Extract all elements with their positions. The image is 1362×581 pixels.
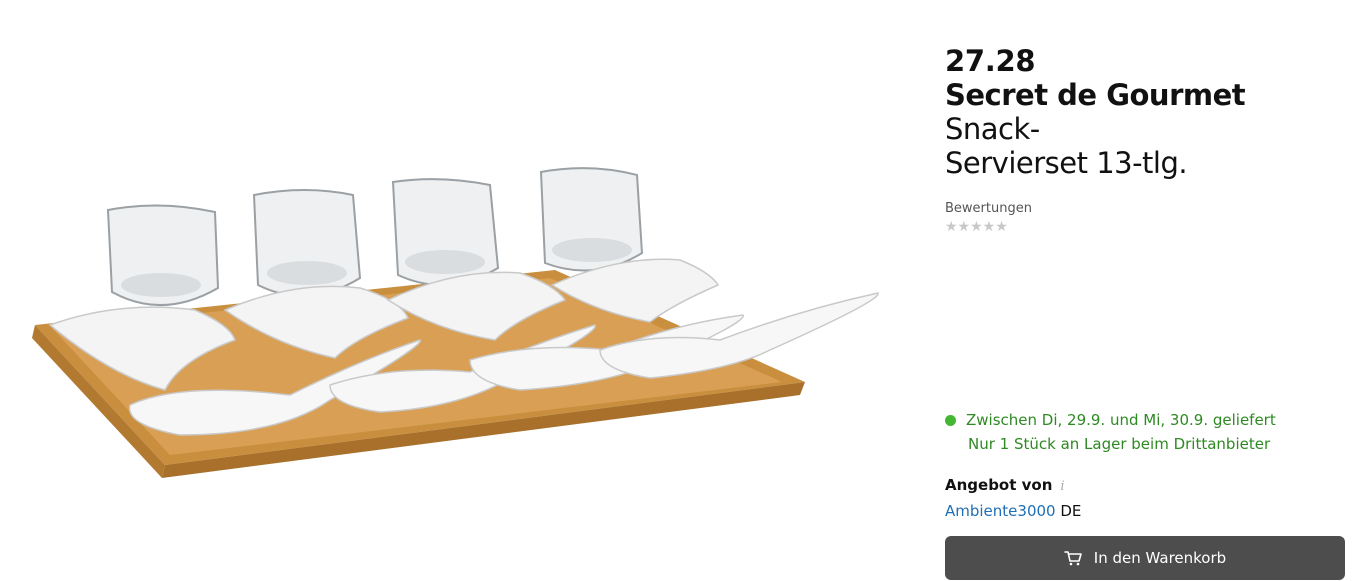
seller-link[interactable]: Ambiente3000 — [945, 502, 1056, 520]
ratings-label: Bewertungen — [945, 201, 1032, 216]
seller-country: DE — [1055, 502, 1082, 520]
delivery-info: Zwischen Di, 29.9. und Mi, 30.9. geliefe… — [945, 408, 1276, 456]
offer-label: Angebot von — [945, 476, 1053, 494]
delivery-line: Zwischen Di, 29.9. und Mi, 30.9. geliefe… — [945, 408, 1276, 432]
stock-info: Nur 1 Stück an Lager beim Drittanbieter — [968, 435, 1271, 453]
product-photo — [32, 167, 879, 478]
cart-icon — [1063, 550, 1082, 566]
product-name-line1: Snack- — [945, 112, 1040, 146]
add-to-cart-button[interactable]: In den Warenkorb — [945, 536, 1345, 580]
ratings[interactable]: Bewertungen ★★★★★ — [945, 201, 1032, 234]
product-name-line2: Servierset 13-tlg. — [945, 146, 1188, 180]
offer-info: Angebot von i Ambiente3000 DE — [945, 473, 1081, 523]
star-rating-icon: ★★★★★ — [945, 219, 1008, 235]
product-price: 27.28 — [945, 44, 1036, 78]
product-image[interactable] — [30, 160, 885, 480]
product-brand: Secret de Gourmet — [945, 78, 1246, 112]
product-page: 27.28 Secret de Gourmet Snack- Servierse… — [0, 0, 1362, 581]
product-title: Secret de Gourmet Snack- Servierset 13-t… — [945, 78, 1345, 180]
availability-dot-icon — [945, 415, 956, 426]
add-to-cart-label: In den Warenkorb — [1093, 549, 1227, 567]
info-icon[interactable]: i — [1060, 475, 1064, 499]
delivery-date: Zwischen Di, 29.9. und Mi, 30.9. geliefe… — [966, 411, 1276, 429]
product-info: 27.28 Secret de Gourmet Snack- Servierse… — [945, 44, 1345, 180]
